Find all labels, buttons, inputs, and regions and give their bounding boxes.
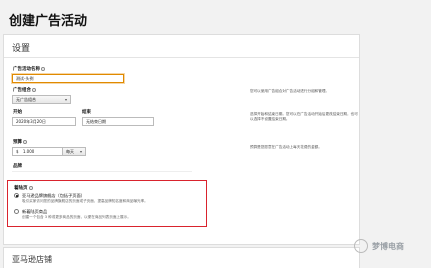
budget-label-text: 预算	[13, 140, 22, 145]
info-icon[interactable]	[32, 87, 36, 92]
budget-label: 预算	[13, 139, 27, 145]
help-portfolio: 您可以使用广告组合对广告活动进行分组和管理。	[250, 89, 330, 93]
watermark-logo-icon	[354, 239, 368, 253]
portfolio-label-text: 广告组合	[13, 88, 31, 93]
currency-symbol: $	[16, 149, 19, 154]
help-budget: 预算是您愿意在广告活动上每天花费的金额。	[250, 145, 322, 149]
budget-period-value: 每天	[66, 149, 74, 154]
settings-header: 设置	[4, 35, 359, 58]
help-dates: 选择开始和结束日期。您可以在广告活动开始后更改结束日期，也可以选择不设置结束日期…	[250, 112, 358, 121]
budget-value: 1.000	[22, 149, 35, 154]
chevron-down-icon: ▾	[64, 97, 67, 102]
portfolio-select-value: 无广告组合	[16, 97, 36, 102]
start-date-input[interactable]: 2020年3月20日	[12, 117, 76, 126]
portfolio-label: 广告组合	[13, 87, 36, 93]
campaign-name-input[interactable]: 测试-头例	[12, 74, 124, 83]
divider	[12, 171, 192, 172]
creative-label: 品牌	[13, 164, 22, 169]
end-date-input[interactable]: 无结束日期	[82, 117, 154, 126]
store-section-card: 亚马逊店铺	[3, 247, 360, 268]
chevron-down-icon: ▾	[79, 149, 82, 154]
end-label: 结束	[82, 110, 91, 115]
info-icon[interactable]	[23, 139, 27, 144]
start-label: 开始	[13, 110, 22, 115]
budget-period-select[interactable]: 每天 ▾	[62, 147, 86, 156]
page-title: 创建广告活动	[9, 14, 88, 29]
campaign-name-label: 广告活动名称	[13, 66, 45, 72]
info-icon[interactable]	[41, 66, 45, 71]
watermark-text: 梦博电商	[372, 242, 404, 251]
store-section-title: 亚马逊店铺	[12, 255, 52, 264]
campaign-name-label-text: 广告活动名称	[13, 67, 40, 72]
portfolio-select[interactable]: 无广告组合 ▾	[12, 95, 71, 104]
highlight-box	[7, 180, 207, 227]
